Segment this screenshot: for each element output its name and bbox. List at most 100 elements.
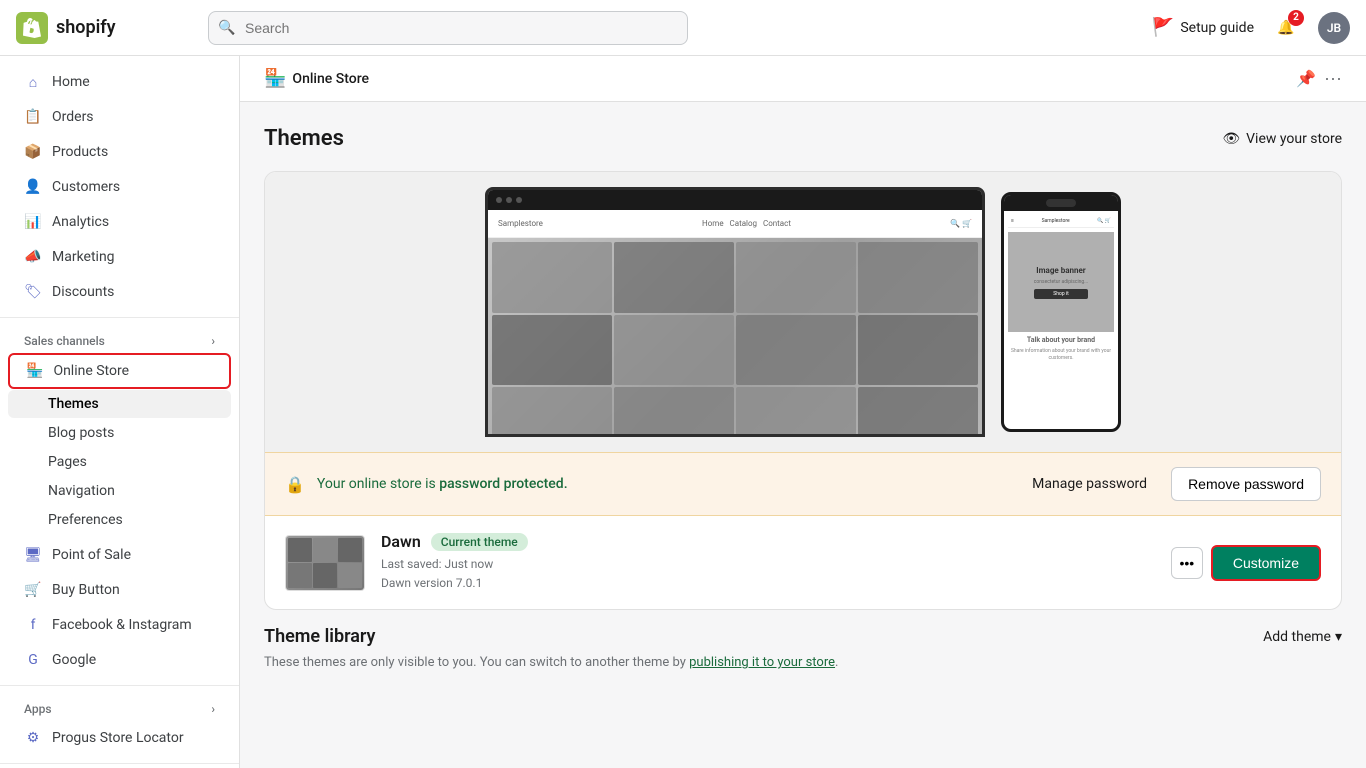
sidebar-item-analytics[interactable]: 📊 Analytics	[8, 205, 231, 239]
remove-password-button[interactable]: Remove password	[1171, 467, 1321, 501]
header-actions: 📌 ···	[1296, 68, 1342, 89]
add-theme-button[interactable]: Add theme ▾	[1263, 629, 1342, 645]
notifications-button[interactable]: 🔔 2	[1270, 12, 1302, 44]
discounts-icon: 🏷	[24, 283, 42, 301]
grid-item-1	[492, 242, 612, 313]
grid-item-10	[614, 387, 734, 437]
grid-item-9	[492, 387, 612, 437]
password-banner: 🔒 Your online store is password protecte…	[265, 452, 1341, 516]
sidebar-item-google[interactable]: G Google	[8, 643, 231, 677]
content-header: 🏪 Online Store 📌 ···	[240, 56, 1366, 102]
sidebar-item-home[interactable]: ⌂ Home	[8, 65, 231, 99]
theme-more-button[interactable]: •••	[1171, 547, 1203, 579]
theme-preview-area: Samplestore Home Catalog Contact 🔍 🛒	[265, 172, 1341, 452]
sidebar-label-discounts: Discounts	[52, 284, 215, 300]
sidebar-label-online-store: Online Store	[53, 363, 129, 379]
avatar[interactable]: JB	[1318, 12, 1350, 44]
header-more-button[interactable]: ···	[1324, 68, 1342, 89]
pin-icon: 📌	[1296, 69, 1316, 88]
sidebar-sub-pages[interactable]: Pages	[8, 448, 231, 476]
marketing-icon: 📣	[24, 248, 42, 266]
theme-library-header: Theme library Add theme ▾	[264, 626, 1342, 647]
grid-item-5	[492, 315, 612, 386]
search-input[interactable]	[208, 11, 688, 45]
search-bar[interactable]: 🔍	[208, 11, 688, 45]
sidebar-divider-3	[0, 763, 239, 764]
desktop-preview: Samplestore Home Catalog Contact 🔍 🛒	[485, 187, 985, 437]
sidebar-item-online-store[interactable]: 🏪 Online Store	[8, 353, 231, 389]
customize-button[interactable]: Customize	[1211, 545, 1321, 581]
breadcrumb-label: Online Store	[292, 71, 369, 87]
sidebar-divider-1	[0, 317, 239, 318]
notification-badge: 2	[1288, 10, 1304, 26]
sidebar-label-google: Google	[52, 652, 215, 668]
sidebar-sub-preferences[interactable]: Preferences	[8, 506, 231, 534]
sidebar-label-progus: Progus Store Locator	[52, 730, 215, 746]
sidebar-divider-2	[0, 685, 239, 686]
view-store-link[interactable]: 👁 View your store	[1222, 131, 1342, 147]
apps-chevron-icon: ›	[211, 702, 215, 716]
grid-item-8	[858, 315, 978, 386]
grid-item-11	[736, 387, 856, 437]
main-layout: ⌂ Home 📋 Orders 📦 Products 👤 Customers 📊…	[0, 56, 1366, 768]
thumb-cell-3	[338, 538, 362, 563]
sidebar-item-progus[interactable]: ⚙ Progus Store Locator	[8, 721, 231, 755]
sidebar-label-facebook: Facebook & Instagram	[52, 617, 215, 633]
desktop-browser-bar	[488, 190, 982, 210]
sidebar-label-orders: Orders	[52, 109, 215, 125]
search-icon: 🔍	[218, 20, 235, 36]
progus-icon: ⚙	[24, 729, 42, 747]
current-theme-badge: Current theme	[431, 533, 528, 551]
manage-password-link[interactable]: Manage password	[1032, 476, 1147, 492]
sidebar-item-marketing[interactable]: 📣 Marketing	[8, 240, 231, 274]
sidebar-sub-navigation[interactable]: Navigation	[8, 477, 231, 505]
browser-dot-1	[496, 197, 502, 203]
breadcrumb: 🏪 Online Store	[264, 68, 369, 89]
desktop-nav-icons: 🔍 🛒	[950, 219, 972, 228]
section-title-row: Themes 👁 View your store	[264, 126, 1342, 151]
lock-icon: 🔒	[285, 475, 305, 494]
theme-name-row: Dawn Current theme	[381, 532, 1155, 551]
publishing-link[interactable]: publishing it to your store	[689, 655, 835, 670]
mobile-cta: Shop it	[1034, 289, 1088, 299]
shopify-logo-icon	[16, 12, 48, 44]
theme-info: Dawn Current theme Last saved: Just now …	[381, 532, 1155, 593]
view-store-label: View your store	[1246, 131, 1342, 147]
sidebar-item-products[interactable]: 📦 Products	[8, 135, 231, 169]
sidebar-item-discounts[interactable]: 🏷 Discounts	[8, 275, 231, 309]
home-icon: ⌂	[24, 73, 42, 91]
analytics-icon: 📊	[24, 213, 42, 231]
theme-library-section: Theme library Add theme ▾ These themes a…	[264, 626, 1342, 670]
password-text: Your online store is password protected.	[317, 476, 1020, 492]
sidebar-label-buy-button: Buy Button	[52, 582, 215, 598]
mobile-caption-text: Share information about your brand with …	[1008, 348, 1114, 362]
content-area: 🏪 Online Store 📌 ··· Themes 👁 View your …	[240, 56, 1366, 768]
online-store-icon: 🏪	[26, 363, 43, 379]
setup-guide-link[interactable]: 🚩 Setup guide	[1152, 17, 1254, 38]
sidebar-label-products: Products	[52, 144, 215, 160]
page-title: Themes	[264, 126, 344, 151]
chevron-right-icon: ›	[211, 334, 215, 348]
sidebar: ⌂ Home 📋 Orders 📦 Products 👤 Customers 📊…	[0, 56, 240, 768]
sidebar-label-marketing: Marketing	[52, 249, 215, 265]
sidebar-item-point-of-sale[interactable]: 🖥 Point of Sale	[8, 538, 231, 572]
sales-channels-label: Sales channels	[24, 334, 105, 348]
logo-area: shopify	[16, 12, 196, 44]
topbar-right: 🚩 Setup guide 🔔 2 JB	[1152, 12, 1350, 44]
mobile-menu-icon: ≡	[1011, 218, 1014, 224]
sidebar-item-customers[interactable]: 👤 Customers	[8, 170, 231, 204]
mobile-caption: Talk about your brand Share information …	[1008, 336, 1114, 362]
sidebar-item-buy-button[interactable]: 🛒 Buy Button	[8, 573, 231, 607]
sidebar-item-facebook-instagram[interactable]: f Facebook & Instagram	[8, 608, 231, 642]
mobile-preview: ≡ Samplestore 🔍 🛒 Image banner consectet…	[1001, 192, 1121, 432]
desktop-nav-links: Home Catalog Contact	[702, 219, 791, 228]
thumb-cell-6	[338, 563, 362, 588]
browser-dot-2	[506, 197, 512, 203]
sidebar-sub-themes[interactable]: Themes	[8, 390, 231, 418]
sidebar-sub-blog[interactable]: Blog posts	[8, 419, 231, 447]
mobile-notch	[1046, 199, 1076, 207]
sidebar-item-orders[interactable]: 📋 Orders	[8, 100, 231, 134]
mobile-top-bar	[1004, 195, 1118, 211]
browser-dot-3	[516, 197, 522, 203]
desktop-nav-bar: Samplestore Home Catalog Contact 🔍 🛒	[488, 210, 982, 238]
